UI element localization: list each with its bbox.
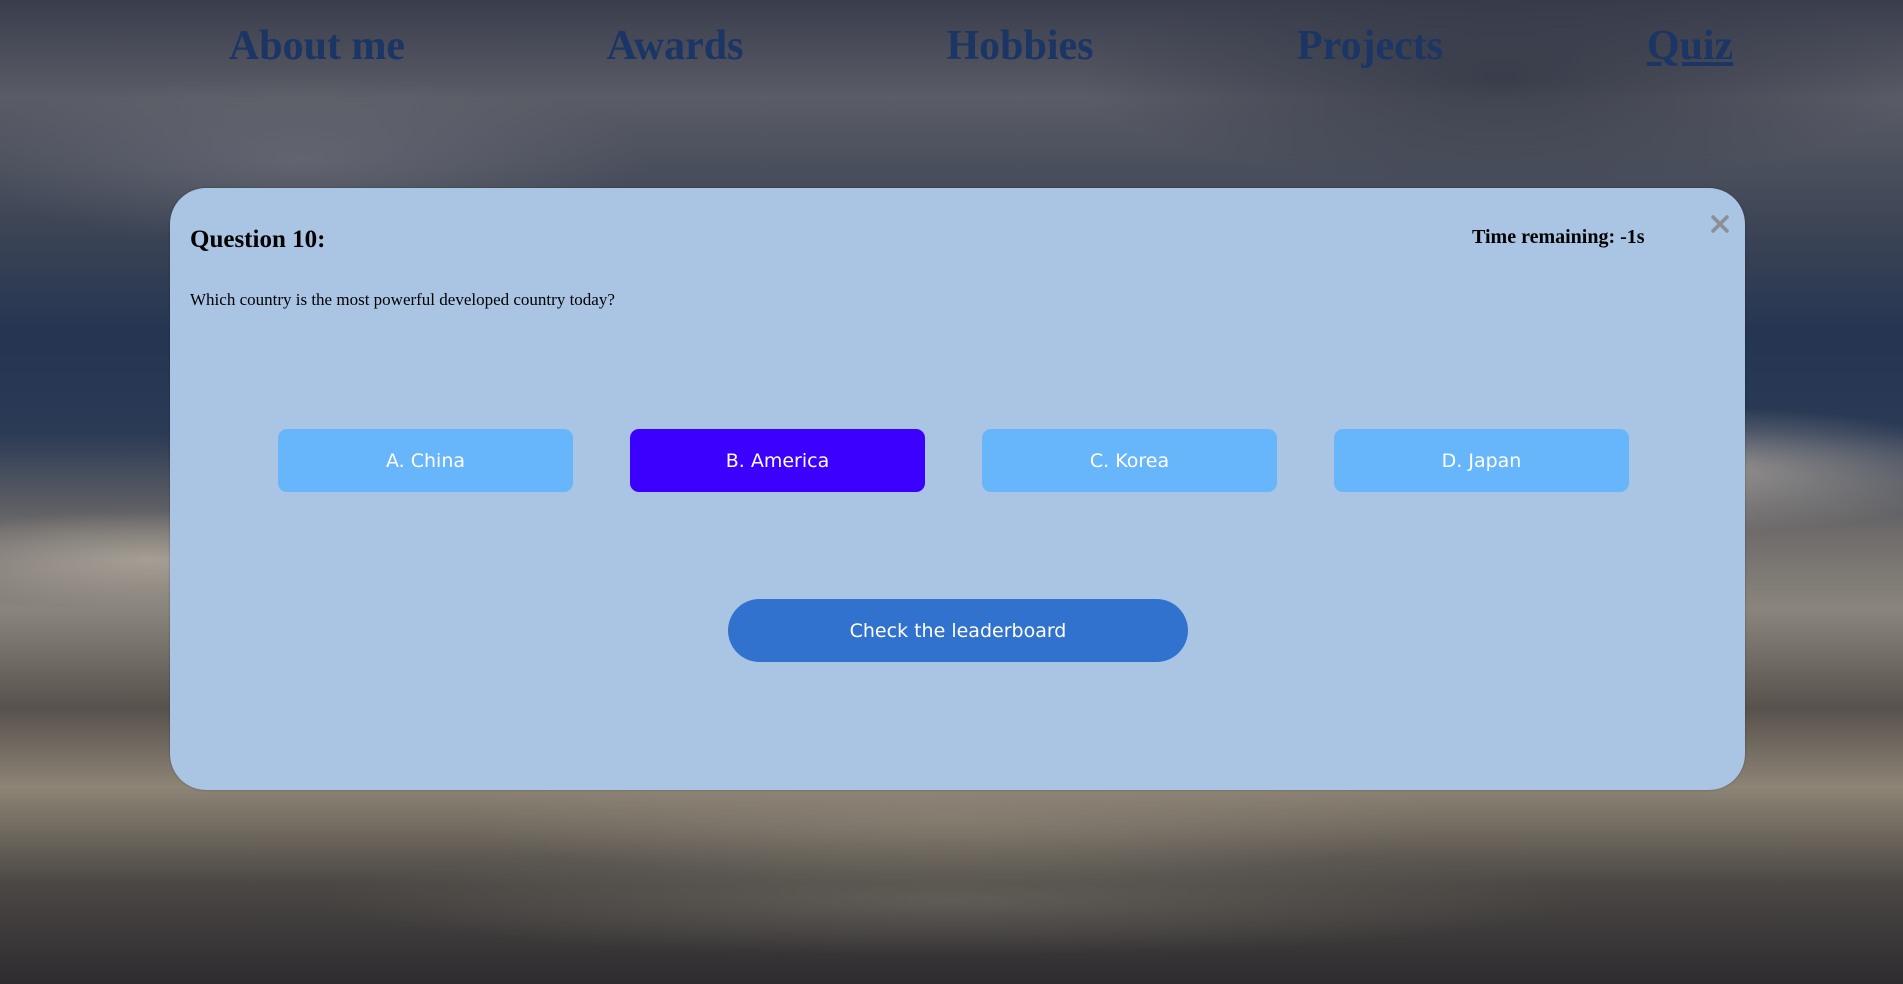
option-b-button[interactable]: B. America xyxy=(630,429,925,492)
nav-link-quiz[interactable]: Quiz xyxy=(1647,20,1733,72)
quiz-modal: Question 10: Which country is the most p… xyxy=(170,188,1745,790)
nav-link-projects[interactable]: Projects xyxy=(1297,20,1443,72)
option-d-button[interactable]: D. Japan xyxy=(1334,429,1629,492)
close-icon xyxy=(1711,215,1729,233)
nav-link-about-me[interactable]: About me xyxy=(229,20,405,72)
question-title: Question 10: xyxy=(190,226,326,253)
nav-link-hobbies[interactable]: Hobbies xyxy=(946,20,1093,72)
close-button[interactable] xyxy=(1708,212,1732,236)
option-c-button[interactable]: C. Korea xyxy=(982,429,1277,492)
check-leaderboard-button[interactable]: Check the leaderboard xyxy=(728,599,1188,662)
question-text: Which country is the most powerful devel… xyxy=(190,290,615,309)
top-nav: About me Awards Hobbies Projects Quiz xyxy=(0,0,1903,90)
nav-link-awards[interactable]: Awards xyxy=(607,20,744,72)
option-a-button[interactable]: A. China xyxy=(278,429,573,492)
time-remaining: Time remaining: -1s xyxy=(1472,226,1645,248)
